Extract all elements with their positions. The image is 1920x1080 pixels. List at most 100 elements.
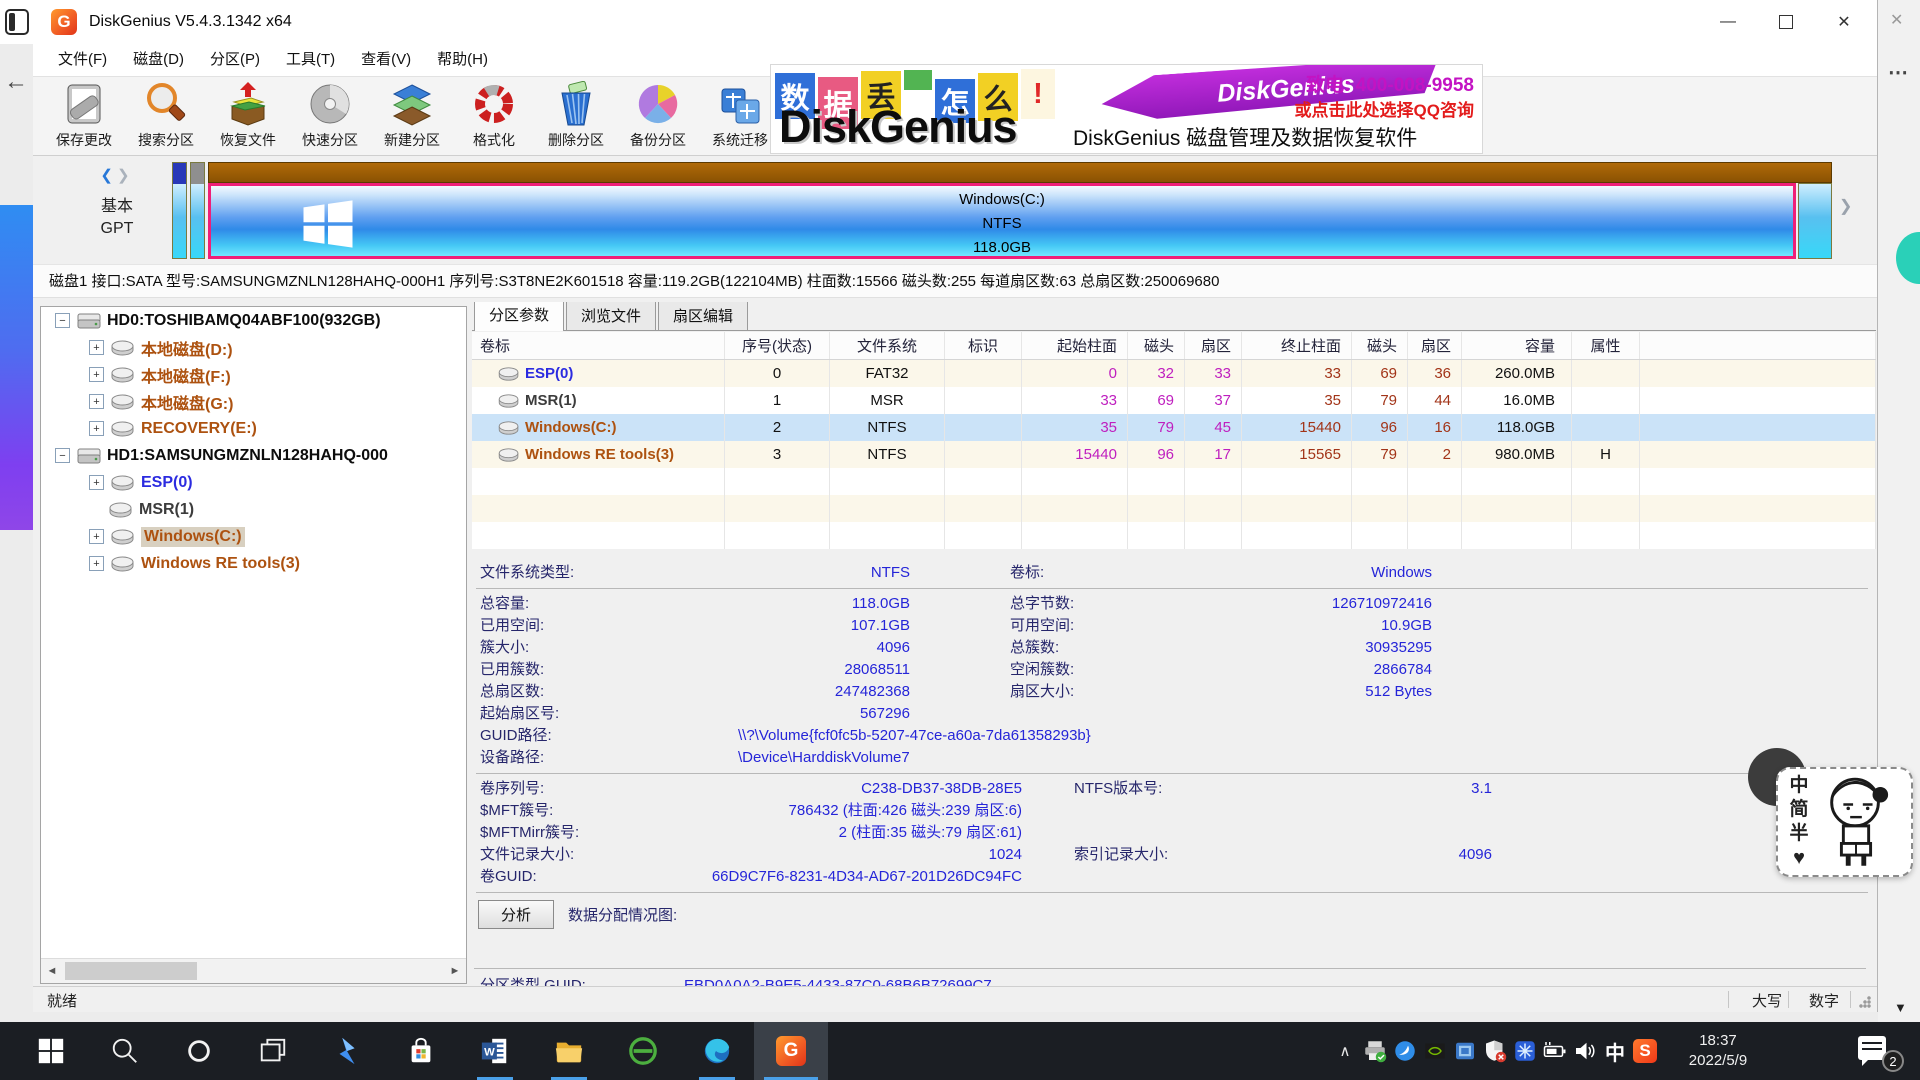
expand-icon[interactable]: + [89,394,104,409]
edge-button[interactable] [680,1022,754,1080]
tree-item-windows-c[interactable]: +Windows(C:) [41,523,466,550]
ime-floating-widget[interactable]: 中 简 半 ♥ [1776,767,1913,877]
tree-item-hd0[interactable]: −HD0:TOSHIBAMQ04ABF100(932GB) [41,307,466,334]
scrollbar-thumb[interactable] [65,962,197,980]
tree-horizontal-scrollbar[interactable]: ◄ ► [41,958,466,983]
task-view-button[interactable] [236,1022,310,1080]
menu-disk[interactable]: 磁盘(D) [120,47,197,73]
tree-item-local-g[interactable]: +本地磁盘(G:) [41,388,466,415]
menu-view[interactable]: 查看(V) [348,47,424,73]
intel-graphics-tray-icon[interactable] [1450,1022,1480,1080]
save-changes-button[interactable]: 保存更改 [43,77,125,155]
delete-partition-icon [553,81,599,127]
partition-block-msr[interactable] [190,162,205,259]
nvidia-tray-icon[interactable] [1420,1022,1450,1080]
collapse-icon[interactable]: − [55,448,70,463]
maximize-button[interactable] [1757,0,1815,44]
tree-item-recovery-e[interactable]: +RECOVERY(E:) [41,415,466,442]
sogou-tray-icon[interactable]: S [1630,1022,1660,1080]
tree-item-hd1[interactable]: −HD1:SAMSUNGMZNLN128HAHQ-000 [41,442,466,469]
diskgenius-taskbar-button[interactable]: G [754,1022,828,1080]
table-row-msr[interactable]: MSR(1) 1 MSR 33 69 37 35 79 44 16.0MB [472,387,1876,414]
delete-partition-button[interactable]: 删除分区 [535,77,617,155]
tree-label: MSR(1) [139,501,194,519]
recover-files-button[interactable]: 恢复文件 [207,77,289,155]
format-button[interactable]: 格式化 [453,77,535,155]
tray-expand-icon[interactable]: ∧ [1330,1022,1360,1080]
table-empty-row [472,522,1876,549]
cell-start-head: 79 [1128,414,1185,441]
cloud-app-tray-icon[interactable] [1390,1022,1420,1080]
search-partition-button[interactable]: 搜索分区 [125,77,207,155]
microsoft-store-button[interactable] [384,1022,458,1080]
expand-icon[interactable]: + [89,529,104,544]
tree-item-local-f[interactable]: +本地磁盘(F:) [41,361,466,388]
flash-app-button[interactable] [310,1022,384,1080]
partition-block-windows-c[interactable]: Windows(C:) NTFS 118.0GB [208,183,1796,259]
file-explorer-button[interactable] [532,1022,606,1080]
expand-icon[interactable]: + [89,475,104,490]
cortana-button[interactable] [162,1022,236,1080]
partition-block-re-tools[interactable] [1798,183,1832,259]
tab-browse-files[interactable]: 浏览文件 [566,302,656,330]
backup-partition-button[interactable]: 备份分区 [617,77,699,155]
analyze-button[interactable]: 分析 [478,900,554,929]
partition-icon [111,555,135,573]
cell-start-head: 96 [1128,441,1185,468]
tab-partition-params[interactable]: 分区参数 [474,302,564,331]
minimize-button[interactable]: — [1699,0,1757,44]
scroll-left-icon[interactable]: ◄ [41,959,63,983]
disk-bar-end-arrow-icon[interactable]: ❯ [1839,196,1852,216]
save-changes-icon [61,81,107,127]
overflow-menu-icon[interactable]: ⋯ [1888,60,1908,85]
background-close-icon[interactable]: ✕ [1890,10,1903,30]
quick-partition-button[interactable]: 快速分区 [289,77,371,155]
partition-block-esp[interactable] [172,162,187,259]
printer-tray-icon[interactable] [1360,1022,1390,1080]
tab-sector-edit[interactable]: 扇区编辑 [658,302,748,330]
tree-item-msr[interactable]: MSR(1) [41,496,466,523]
start-button[interactable] [14,1022,88,1080]
power-tray-icon[interactable] [1540,1022,1570,1080]
word-button[interactable] [458,1022,532,1080]
clock[interactable]: 18:37 2022/5/9 [1668,1031,1768,1071]
defender-tray-icon[interactable] [1480,1022,1510,1080]
collapse-icon[interactable]: − [55,313,70,328]
disk-nav-arrows[interactable]: ❮❯ [81,166,153,184]
scroll-down-icon[interactable]: ▼ [1894,1000,1907,1015]
browser-360-button[interactable] [606,1022,680,1080]
cell-attr [1572,360,1640,387]
next-disk-icon[interactable]: ❯ [117,167,134,184]
tree-item-esp[interactable]: +ESP(0) [41,469,466,496]
menu-tools[interactable]: 工具(T) [273,47,348,73]
resize-grip[interactable] [1859,996,1871,1008]
volume-tray-icon[interactable] [1570,1022,1600,1080]
prev-disk-icon[interactable]: ❮ [100,167,117,184]
system-migrate-button[interactable]: 系统迁移 [699,77,781,155]
expand-icon[interactable]: + [89,367,104,382]
menu-file[interactable]: 文件(F) [45,47,120,73]
back-arrow-icon[interactable]: ← [4,68,28,96]
menu-help[interactable]: 帮助(H) [424,47,501,73]
expand-icon[interactable]: + [89,340,104,355]
snowflake-app-tray-icon[interactable] [1510,1022,1540,1080]
table-row-windows-c-selected[interactable]: Windows(C:) 2 NTFS 35 79 45 15440 96 16 … [472,414,1876,441]
expand-icon[interactable]: + [89,556,104,571]
partition-fs: NTFS [211,212,1793,236]
search-icon [110,1036,140,1066]
promo-banner[interactable]: 数 据 丢 怎 么 ! DiskGenius DiskGenius 致电: 40… [770,64,1483,154]
taskbar-search-button[interactable] [88,1022,162,1080]
action-center-button[interactable]: 2 [1858,1036,1898,1066]
tree-item-local-d[interactable]: +本地磁盘(D:) [41,334,466,361]
expand-icon[interactable]: + [89,421,104,436]
new-partition-button[interactable]: 新建分区 [371,77,453,155]
table-row-esp[interactable]: ESP(0) 0 FAT32 0 32 33 33 69 36 260.0MB [472,360,1876,387]
table-row-windows-re[interactable]: Windows RE tools(3) 3 NTFS 15440 96 17 1… [472,441,1876,468]
col-end-cyl: 终止柱面 [1242,332,1352,359]
ime-indicator[interactable]: 中 [1600,1022,1630,1080]
scroll-right-icon[interactable]: ► [444,959,466,983]
banner-qq-link[interactable]: 或点击此处选择QQ咨询 [1295,96,1474,121]
close-button[interactable]: ✕ [1815,0,1873,44]
menu-partition[interactable]: 分区(P) [197,47,273,73]
tree-item-windows-re[interactable]: +Windows RE tools(3) [41,550,466,577]
